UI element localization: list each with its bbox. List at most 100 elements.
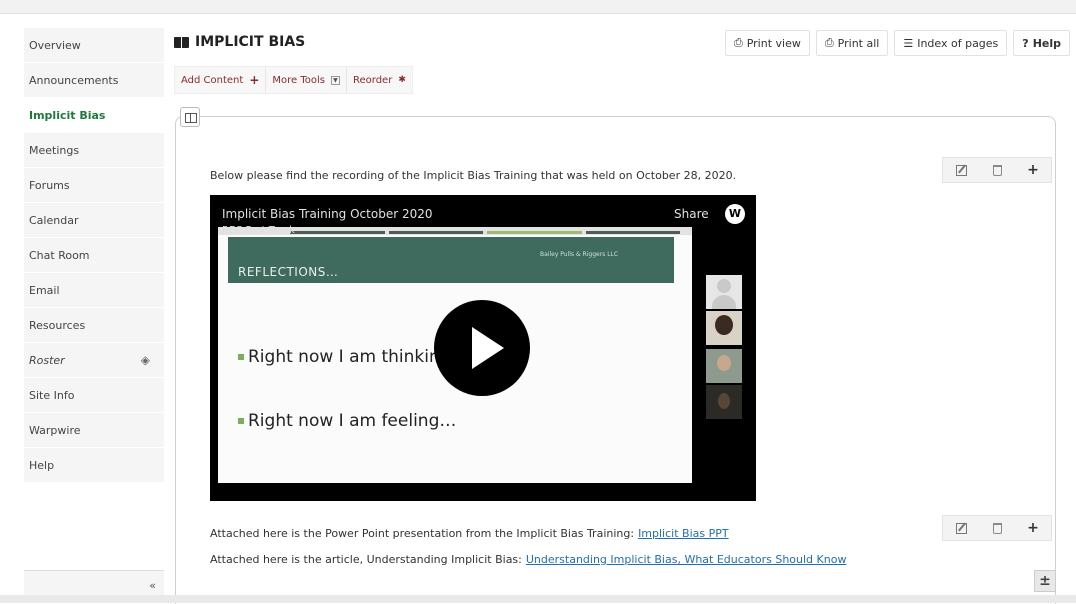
play-icon[interactable] <box>434 300 530 396</box>
plus-icon: + <box>249 73 260 87</box>
trash-icon <box>992 522 1002 534</box>
sidebar-item-warpwire[interactable]: Warpwire <box>24 413 164 448</box>
intro-text: Below please find the recording of the I… <box>210 169 737 182</box>
edit-item-button[interactable] <box>943 516 979 540</box>
plus-icon: + <box>1027 520 1039 536</box>
sidebar-item-help[interactable]: Help <box>24 448 164 483</box>
gear-icon: ✱ <box>398 75 406 85</box>
slide-lines <box>290 231 680 234</box>
sidebar-item-roster[interactable]: Roster ◈ <box>24 343 164 378</box>
question-icon: ? <box>1022 36 1029 50</box>
slide-overlay-text: REC Fast Track <box>222 225 295 236</box>
more-tools-button[interactable]: More Tools ▼ <box>266 67 347 93</box>
participant-thumbnail <box>706 275 742 309</box>
attachment-line-ppt: Attached here is the Power Point present… <box>210 527 729 540</box>
sidebar-item-label: Meetings <box>29 144 80 157</box>
delete-item-button[interactable] <box>979 516 1015 540</box>
plus-icon: + <box>1027 162 1039 178</box>
trash-icon <box>992 164 1002 176</box>
sidebar-item-label: Help <box>29 459 55 472</box>
browser-frame-top <box>0 0 1076 14</box>
printer-icon: ⎙ <box>733 36 743 49</box>
bullet-square-icon <box>238 418 244 424</box>
participant-thumbnail <box>706 349 742 383</box>
help-button[interactable]: ? Help <box>1013 30 1070 56</box>
sidebar-item-label: Calendar <box>29 214 79 227</box>
video-title: Implicit Bias Training October 2020 <box>222 207 433 221</box>
caret-down-icon: ▼ <box>330 75 340 85</box>
page-title: IMPLICIT BIAS <box>174 34 305 50</box>
help-label: Help <box>1032 36 1061 50</box>
index-of-pages-button[interactable]: ☰ Index of pages <box>894 30 1008 56</box>
sidebar-item-label: Overview <box>29 39 81 52</box>
add-section-plus-icon[interactable]: ± <box>1034 570 1056 592</box>
item-tools-video: + <box>942 157 1052 183</box>
sidebar-item-implicit-bias[interactable]: Implicit Bias <box>24 98 164 133</box>
slide-bullet: Right now I am thinkin <box>238 347 440 367</box>
double-chevron-left-icon: « <box>149 579 156 592</box>
more-tools-label: More Tools <box>272 74 325 86</box>
sidebar-item-label: Site Info <box>29 389 75 402</box>
print-all-label: Print all <box>837 36 880 50</box>
sidebar-item-label: Announcements <box>29 74 119 87</box>
slide-bullet-text: Right now I am feeling… <box>248 411 457 431</box>
sidebar-item-forums[interactable]: Forums <box>24 168 164 203</box>
sidebar-collapse-button[interactable]: « <box>24 570 164 595</box>
sidebar-item-label: Roster <box>29 354 65 367</box>
warpwire-logo-icon[interactable]: W <box>725 204 745 224</box>
attachment-text: Attached here is the Power Point present… <box>210 527 635 540</box>
implicit-bias-ppt-link[interactable]: Implicit Bias PPT <box>638 527 729 540</box>
slide-bullet-text: Right now I am thinkin <box>248 347 440 367</box>
attachment-line-article: Attached here is the article, Understand… <box>210 553 846 566</box>
lessons-toolbar: Add Content + More Tools ▼ Reorder ✱ <box>174 66 413 94</box>
participant-thumbnail <box>706 385 742 419</box>
sidebar-item-chat-room[interactable]: Chat Room <box>24 238 164 273</box>
sidebar-nav: Overview Announcements Implicit Bias Mee… <box>24 28 164 486</box>
sidebar-item-label: Resources <box>29 319 86 332</box>
sidebar-item-overview[interactable]: Overview <box>24 28 164 63</box>
reorder-label: Reorder <box>352 74 393 86</box>
page-title-text: IMPLICIT BIAS <box>195 34 306 50</box>
book-icon <box>174 36 189 48</box>
item-tools-attachments: + <box>942 515 1052 541</box>
eye-slash-icon: ◈ <box>140 353 150 367</box>
sidebar-item-label: Warpwire <box>29 424 81 437</box>
print-view-button[interactable]: ⎙ Print view <box>724 30 810 56</box>
sidebar-item-label: Chat Room <box>29 249 90 262</box>
bullet-square-icon <box>238 354 244 360</box>
reorder-button[interactable]: Reorder ✱ <box>347 67 412 93</box>
sidebar-item-meetings[interactable]: Meetings <box>24 133 164 168</box>
understanding-implicit-bias-link[interactable]: Understanding Implicit Bias, What Educat… <box>526 553 847 566</box>
index-of-pages-label: Index of pages <box>917 36 999 50</box>
attachment-text: Attached here is the article, Understand… <box>210 553 522 566</box>
delete-item-button[interactable] <box>979 158 1015 182</box>
browser-frame-bottom <box>0 595 1076 603</box>
sidebar-item-resources[interactable]: Resources <box>24 308 164 343</box>
slide-heading: REFLECTIONS… <box>238 265 339 279</box>
sidebar-item-email[interactable]: Email <box>24 273 164 308</box>
sidebar-item-site-info[interactable]: Site Info <box>24 378 164 413</box>
edit-item-button[interactable] <box>943 158 979 182</box>
sidebar-item-label: Email <box>29 284 60 297</box>
add-item-button[interactable]: + <box>1015 158 1051 182</box>
share-button[interactable]: Share <box>674 207 709 221</box>
sidebar-item-announcements[interactable]: Announcements <box>24 63 164 98</box>
print-all-button[interactable]: ⎙ Print all <box>815 30 889 56</box>
print-view-label: Print view <box>746 36 801 50</box>
add-content-label: Add Content <box>181 74 244 86</box>
video-player[interactable]: REC Fast Track Bailey Pulls & Riggers LL… <box>210 195 756 501</box>
sidebar-item-calendar[interactable]: Calendar <box>24 203 164 238</box>
slide-company: Bailey Pulls & Riggers LLC <box>540 251 619 258</box>
sidebar-item-label: Forums <box>29 179 70 192</box>
column-layout-icon[interactable] <box>180 107 200 127</box>
slide-header: Bailey Pulls & Riggers LLC REFLECTIONS… <box>228 237 674 283</box>
add-content-button[interactable]: Add Content + <box>175 67 267 93</box>
list-icon: ☰ <box>903 36 914 50</box>
add-item-button[interactable]: + <box>1015 516 1051 540</box>
page-actions: ⎙ Print view ⎙ Print all ☰ Index of page… <box>724 30 1070 56</box>
sidebar-item-label: Implicit Bias <box>29 109 106 122</box>
pencil-icon <box>955 164 967 176</box>
participant-thumbnail <box>706 311 742 345</box>
printer-icon: ⎙ <box>824 36 834 49</box>
slide-bullet: Right now I am feeling… <box>238 411 456 431</box>
